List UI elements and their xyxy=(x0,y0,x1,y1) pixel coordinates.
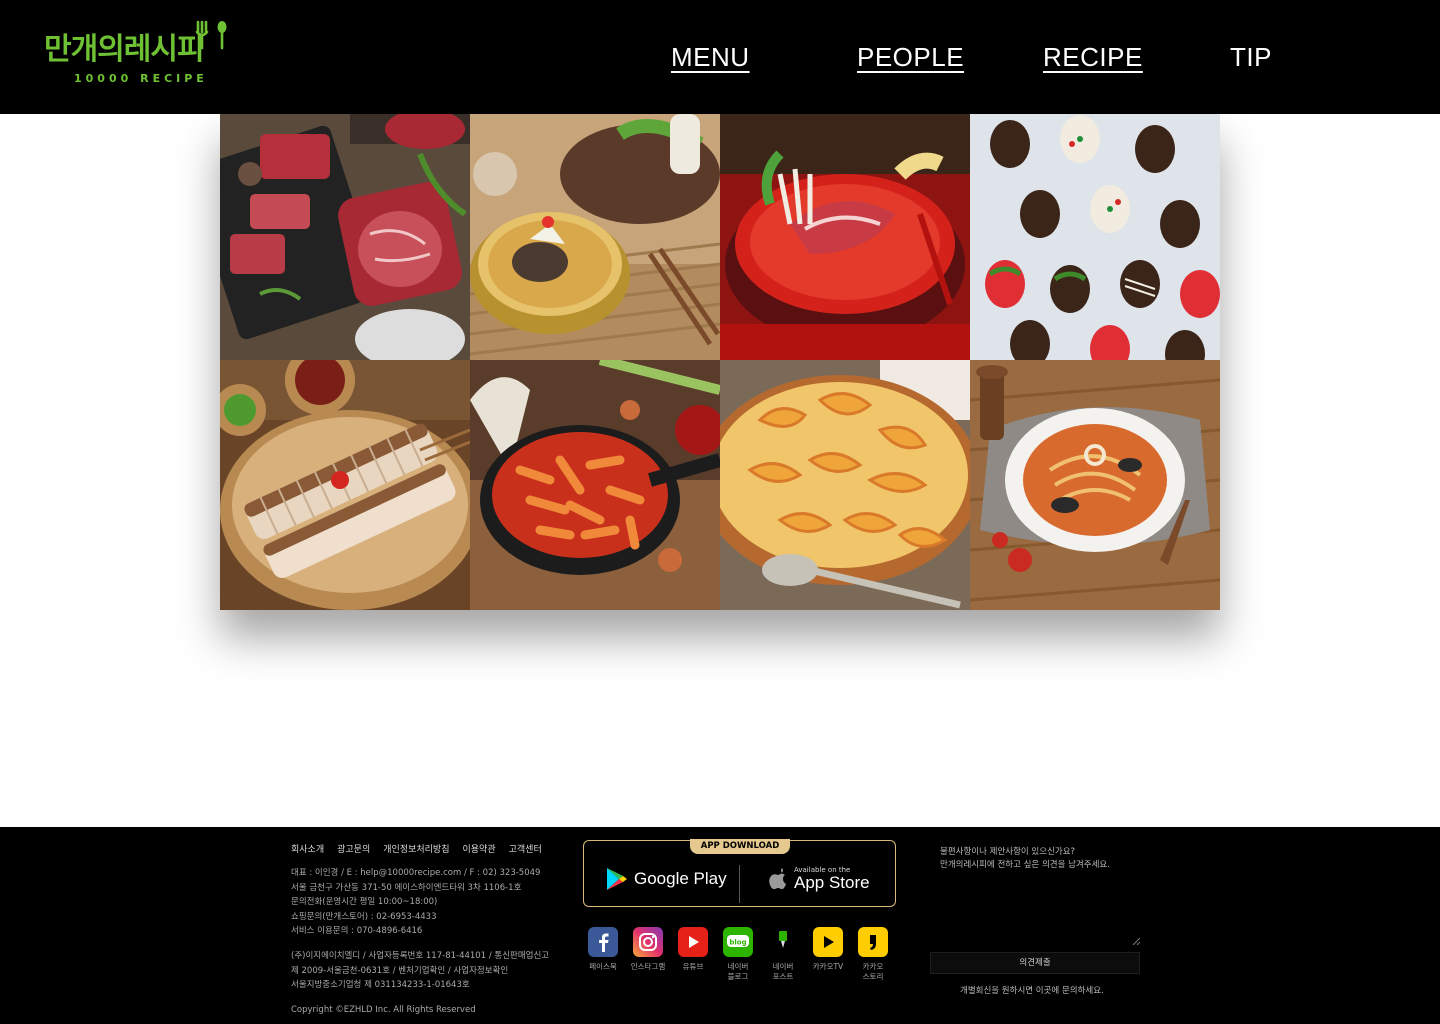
header: 만개의레시피 10000 RECIPE MENU PEOPLE RECIPE T… xyxy=(0,0,1440,114)
nav-recipe[interactable]: RECIPE xyxy=(1043,42,1143,72)
logo-english-text: 10000 RECIPE xyxy=(74,72,208,85)
naver-post-icon xyxy=(768,927,798,957)
store-divider xyxy=(739,865,740,903)
info-line: 서울 금천구 가산동 371-50 에이스하이엔드타워 3차 1106-1호 xyxy=(291,882,522,893)
app-store-label: App Store xyxy=(794,873,870,892)
site-logo[interactable]: 만개의레시피 10000 RECIPE xyxy=(44,18,234,88)
social-links: 페이스북 인스타그램 유튜브 blog 네이버 블로그 네이버 포스트 카카오T… xyxy=(588,927,888,982)
copyright: Copyright ©EZHLD Inc. All Rights Reserve… xyxy=(291,1005,476,1015)
app-download-box: APP DOWNLOAD Google Play Available on th… xyxy=(583,839,896,907)
raw-beef-cuts-photo[interactable] xyxy=(220,114,470,360)
social-kakao-story[interactable]: 카카오 스토리 xyxy=(858,927,888,982)
apple-icon xyxy=(769,868,786,890)
resize-grip-icon[interactable] xyxy=(1132,937,1140,945)
tteokbokki-skillet-photo[interactable] xyxy=(470,360,720,610)
info-line: 서울지방중소기업청 제 031134233-1-01643호 xyxy=(291,980,470,990)
kakao-tv-icon xyxy=(813,927,843,957)
social-label: 네이버 포스트 xyxy=(772,962,794,981)
info-line: 서비스 이용문의 : 070-4896-6416 xyxy=(291,926,423,936)
info-line: 제 2009-서울금천-0631호 / 벤처기업확인 / 사업자정보확인 xyxy=(291,965,509,976)
app-download-badge: APP DOWNLOAD xyxy=(690,839,790,854)
social-label: 카카오TV xyxy=(812,962,844,971)
social-label: 페이스북 xyxy=(589,962,617,971)
app-store-button[interactable]: Available on the App Store xyxy=(768,863,870,895)
kakao-story-icon xyxy=(858,927,888,957)
facebook-icon xyxy=(588,927,618,957)
company-contact-info: 대표 : 이인경 / E : help@10000recipe.com / F … xyxy=(291,866,571,939)
nav-menu[interactable]: MENU xyxy=(671,42,750,72)
info-line: (주)이지에이치엘디 / 사업자등록번호 117-81-44101 / 통신판매… xyxy=(291,951,550,961)
info-line: 대표 : 이인경 / E : help@10000recipe.com / F … xyxy=(291,868,541,878)
cold-noodle-naengmyeon-photo[interactable] xyxy=(470,114,720,360)
peach-tart-photo[interactable] xyxy=(720,360,970,610)
social-instagram[interactable]: 인스타그램 xyxy=(631,927,665,982)
social-naver-post[interactable]: 네이버 포스트 xyxy=(768,927,798,982)
instagram-icon xyxy=(633,927,663,957)
footer-links: 회사소개 광고문의 개인정보처리방침 이용약관 고객센터 xyxy=(291,842,542,855)
feedback-submit-button[interactable]: 의견제출 xyxy=(930,952,1140,974)
social-label: 유튜브 xyxy=(682,962,704,971)
feedback-note[interactable]: 개별회신을 원하시면 이곳에 문의하세요. xyxy=(960,984,1104,996)
social-label: 인스타그램 xyxy=(630,962,666,971)
seafood-pasta-photo[interactable] xyxy=(970,360,1220,610)
fork-spoon-icon xyxy=(195,20,227,50)
feedback-textarea[interactable] xyxy=(940,871,1140,945)
feedback-prompt: 불편사항이나 제안사항이 있으신가요? 만개의레시피에 전하고 싶은 의견을 남… xyxy=(940,846,1110,872)
social-youtube[interactable]: 유튜브 xyxy=(678,927,708,982)
naver-blog-icon: blog xyxy=(723,927,753,957)
google-play-icon xyxy=(607,868,627,890)
google-play-button[interactable]: Google Play xyxy=(606,863,727,895)
footer: 회사소개 광고문의 개인정보처리방침 이용약관 고객센터 대표 : 이인경 / … xyxy=(0,827,1440,1024)
social-facebook[interactable]: 페이스북 xyxy=(588,927,618,982)
logo-korean-text: 만개의레시피 xyxy=(44,32,205,67)
sliced-boiled-pork-photo[interactable] xyxy=(220,360,470,610)
google-play-label: Google Play xyxy=(634,869,727,888)
social-label: 네이버 블로그 xyxy=(727,962,749,981)
social-label: 카카오 스토리 xyxy=(862,962,884,981)
footer-link-advertising[interactable]: 광고문의 xyxy=(337,842,370,855)
svg-text:blog: blog xyxy=(729,939,746,947)
feedback-question: 불편사항이나 제안사항이 있으신가요? xyxy=(940,847,1076,857)
spicy-beef-hotpot-photo[interactable] xyxy=(720,114,970,360)
info-line: 문의전화(운영시간 평일 10:00~18:00) xyxy=(291,897,438,907)
youtube-icon xyxy=(678,927,708,957)
info-line: 쇼핑문의(만개스토어) : 02-6953-4433 xyxy=(291,911,437,922)
recipe-photo-grid xyxy=(220,114,1220,610)
company-registration-info: (주)이지에이치엘디 / 사업자등록번호 117-81-44101 / 통신판매… xyxy=(291,949,571,993)
social-naver-blog[interactable]: blog 네이버 블로그 xyxy=(723,927,753,982)
footer-link-about[interactable]: 회사소개 xyxy=(291,842,324,855)
footer-link-privacy[interactable]: 개인정보처리방침 xyxy=(383,842,449,855)
nav-people[interactable]: PEOPLE xyxy=(857,42,964,72)
nav-tip[interactable]: TIP xyxy=(1230,42,1272,72)
footer-link-support[interactable]: 고객센터 xyxy=(509,842,542,855)
footer-link-terms[interactable]: 이용약관 xyxy=(463,842,496,855)
social-kakao-tv[interactable]: 카카오TV xyxy=(813,927,843,982)
chocolate-dipped-strawberries-photo[interactable] xyxy=(970,114,1220,360)
